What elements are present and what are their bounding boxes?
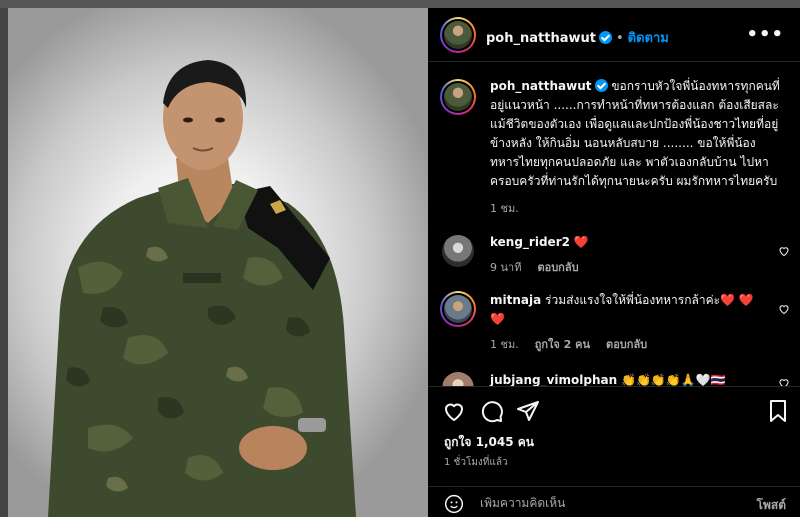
verified-badge-icon bbox=[598, 31, 612, 44]
header-separator: • bbox=[615, 31, 624, 46]
caption-avatar[interactable] bbox=[440, 79, 476, 115]
post-header: poh_natthawut • ติดตาม ••• bbox=[428, 8, 800, 62]
header-user-line: poh_natthawut • ติดตาม bbox=[486, 27, 669, 48]
share-send-icon[interactable] bbox=[516, 399, 540, 423]
add-comment-bar: โพสต์ bbox=[428, 486, 800, 517]
comment-avatar[interactable] bbox=[440, 291, 476, 327]
save-bookmark-icon[interactable] bbox=[766, 399, 790, 423]
comment-time: 1 ชม. bbox=[490, 338, 519, 351]
comment-username[interactable]: mitnaja bbox=[490, 293, 541, 307]
caption-username[interactable]: poh_natthawut bbox=[490, 79, 592, 93]
post-image[interactable] bbox=[8, 8, 428, 517]
more-horizontal-icon[interactable]: ••• bbox=[746, 26, 784, 44]
reply-button[interactable]: ตอบกลับ bbox=[537, 261, 578, 274]
comment-username[interactable]: keng_rider2 bbox=[490, 235, 570, 249]
header-username[interactable]: poh_natthawut bbox=[486, 31, 596, 46]
caption: poh_natthawut ขอกราบหัวใจพี่น้องทหารทุกค… bbox=[490, 77, 790, 217]
avatar[interactable] bbox=[440, 17, 476, 53]
comment-avatar[interactable] bbox=[442, 235, 474, 267]
comment-input[interactable] bbox=[480, 496, 740, 510]
post-panel: poh_natthawut • ติดตาม ••• poh_natthawut ข… bbox=[428, 8, 800, 517]
caption-text: ขอกราบหัวใจพี่น้องทหารทุกคนที่อยู่แนวหน้… bbox=[490, 79, 780, 188]
soldier-photo bbox=[48, 60, 356, 517]
comment-item: jubjang_vimolphan 👏👏👏👏🙏🤍🇹🇭 bbox=[490, 371, 760, 386]
comment-item: mitnaja ร่วมส่งแรงใจให้พี่น้องทหารกล้าค่… bbox=[490, 291, 760, 353]
comment-time: 9 นาที bbox=[490, 261, 522, 274]
like-comment-heart-icon[interactable] bbox=[778, 245, 790, 257]
like-heart-icon[interactable] bbox=[442, 399, 466, 423]
follow-button[interactable]: ติดตาม bbox=[628, 31, 669, 46]
reply-button[interactable]: ตอบกลับ bbox=[606, 338, 647, 351]
comments-section[interactable]: poh_natthawut ขอกราบหัวใจพี่น้องทหารทุกค… bbox=[428, 63, 800, 386]
post-actions: ถูกใจ 1,045 คน 1 ชั่วโมงที่แล้ว bbox=[428, 386, 800, 486]
post-time: 1 ชั่วโมงที่แล้ว bbox=[444, 457, 508, 468]
comment-username[interactable]: jubjang_vimolphan bbox=[490, 373, 617, 386]
comment-item: keng_rider2 ❤️ 9 นาที ตอบกลับ bbox=[490, 233, 760, 276]
like-comment-heart-icon[interactable] bbox=[778, 303, 790, 315]
comment-text: ❤️ bbox=[573, 235, 589, 249]
comment-avatar[interactable] bbox=[442, 372, 474, 386]
emoji-icon[interactable] bbox=[444, 494, 464, 514]
caption-time: 1 ชม. bbox=[490, 202, 519, 215]
comment-bubble-icon[interactable] bbox=[480, 399, 504, 423]
verified-badge-icon bbox=[594, 79, 608, 92]
comment-likes[interactable]: ถูกใจ 2 คน bbox=[535, 338, 590, 351]
comment-text: 👏👏👏👏🙏🤍🇹🇭 bbox=[621, 373, 726, 386]
post-comment-button[interactable]: โพสต์ bbox=[757, 496, 786, 515]
like-comment-heart-icon[interactable] bbox=[778, 377, 790, 386]
page-strip bbox=[0, 0, 800, 8]
likes-count[interactable]: ถูกใจ 1,045 คน bbox=[444, 433, 534, 452]
